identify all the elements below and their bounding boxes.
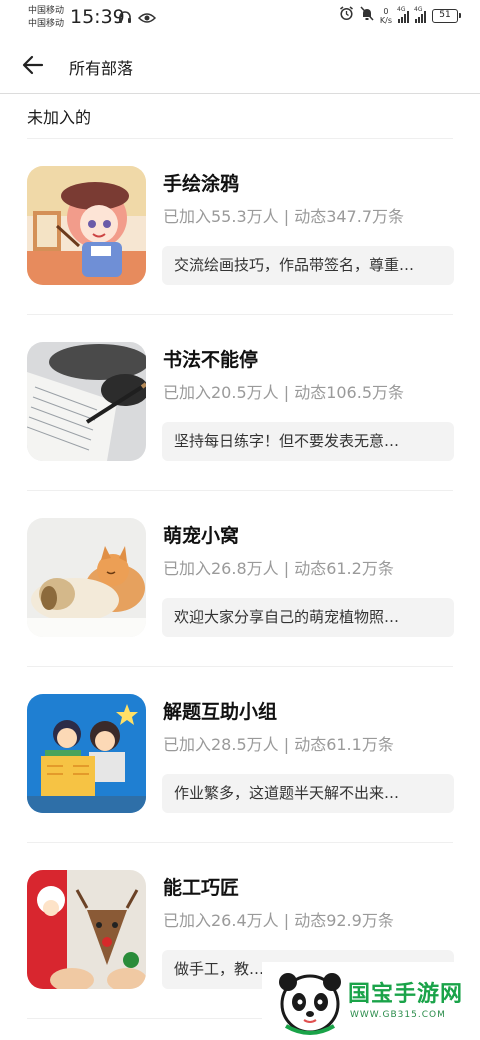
headphones-icon [118,9,132,28]
signal-tag-1: 4G [397,5,406,13]
tribe-name: 解题互助小组 [163,701,278,723]
top-bar: 所有部落 [0,40,480,94]
calligraphy-thumbnail [27,342,146,461]
watermark-url: WWW.GB315.COM [350,1010,446,1020]
tribe-description: 交流绘画技巧，作品带签名，尊重… [162,246,454,285]
tribe-item[interactable]: 解题互助小组 已加入28.5万人 | 动态61.1万条 作业繁多，这道题半天解不… [27,667,454,843]
carrier-1: 中国移动 [28,6,65,16]
network-speed: 0 K/s [380,7,392,25]
carrier-info: 中国移动 中国移动 [28,5,64,31]
tribe-item[interactable]: 书法不能停 已加入20.5万人 | 动态106.5万条 坚持每日练字！但不要发表… [27,315,454,491]
tribe-name: 能工巧匠 [163,877,240,899]
section-title: 未加入的 [27,108,92,127]
watermark-title: 国宝手游网 [348,982,464,1007]
signal-icon: 4G [414,5,426,23]
anime-painter-thumbnail [27,166,146,285]
tribe-stats: 已加入55.3万人 | 动态347.7万条 [163,207,404,226]
tribe-name: 书法不能停 [163,349,259,371]
network-speed-value: 0 [383,6,389,16]
tribe-stats: 已加入20.5万人 | 动态106.5万条 [163,383,404,402]
tribe-description: 欢迎大家分享自己的萌宠植物照… [162,598,454,637]
tribe-stats: 已加入26.8万人 | 动态61.2万条 [163,559,394,578]
tribe-stats: 已加入28.5万人 | 动态61.1万条 [163,735,394,754]
study-thumbnail [27,694,146,813]
tribe-item[interactable]: 萌宠小窝 已加入26.8万人 | 动态61.2万条 欢迎大家分享自己的萌宠植物照… [27,491,454,667]
battery-icon: 51 [432,8,461,23]
tribe-stats: 已加入26.4万人 | 动态92.9万条 [163,911,394,930]
carrier-2: 中国移动 [28,19,65,29]
page-title: 所有部落 [69,59,134,78]
arrow-left-icon [22,55,44,79]
mute-bell-icon [360,6,374,25]
panda-logo-icon [276,968,344,1040]
tribe-name: 萌宠小窝 [163,525,240,547]
signal-icon: 4G [397,5,409,23]
pets-thumbnail [27,518,146,637]
back-button[interactable] [18,52,48,82]
tribe-description: 坚持每日练字！但不要发表无意… [162,422,454,461]
alarm-icon [339,6,354,25]
status-bar: 中国移动 中国移动 15:39 0 K/s 4G 4G 51 [0,0,480,40]
clock: 15:39 [70,6,125,28]
tribe-name: 手绘涂鸦 [163,173,240,195]
crafts-thumbnail [27,870,146,989]
tribe-list: 手绘涂鸦 已加入55.3万人 | 动态347.7万条 交流绘画技巧，作品带签名，… [0,139,480,1019]
eye-icon [137,9,157,28]
signal-tag-2: 4G [414,5,423,13]
watermark: 国宝手游网 WWW.GB315.COM [262,962,480,1040]
tribe-description: 作业繁多，这道题半天解不出来… [162,774,454,813]
network-speed-unit: K/s [379,15,392,25]
tribe-item[interactable]: 手绘涂鸦 已加入55.3万人 | 动态347.7万条 交流绘画技巧，作品带签名，… [27,139,454,315]
